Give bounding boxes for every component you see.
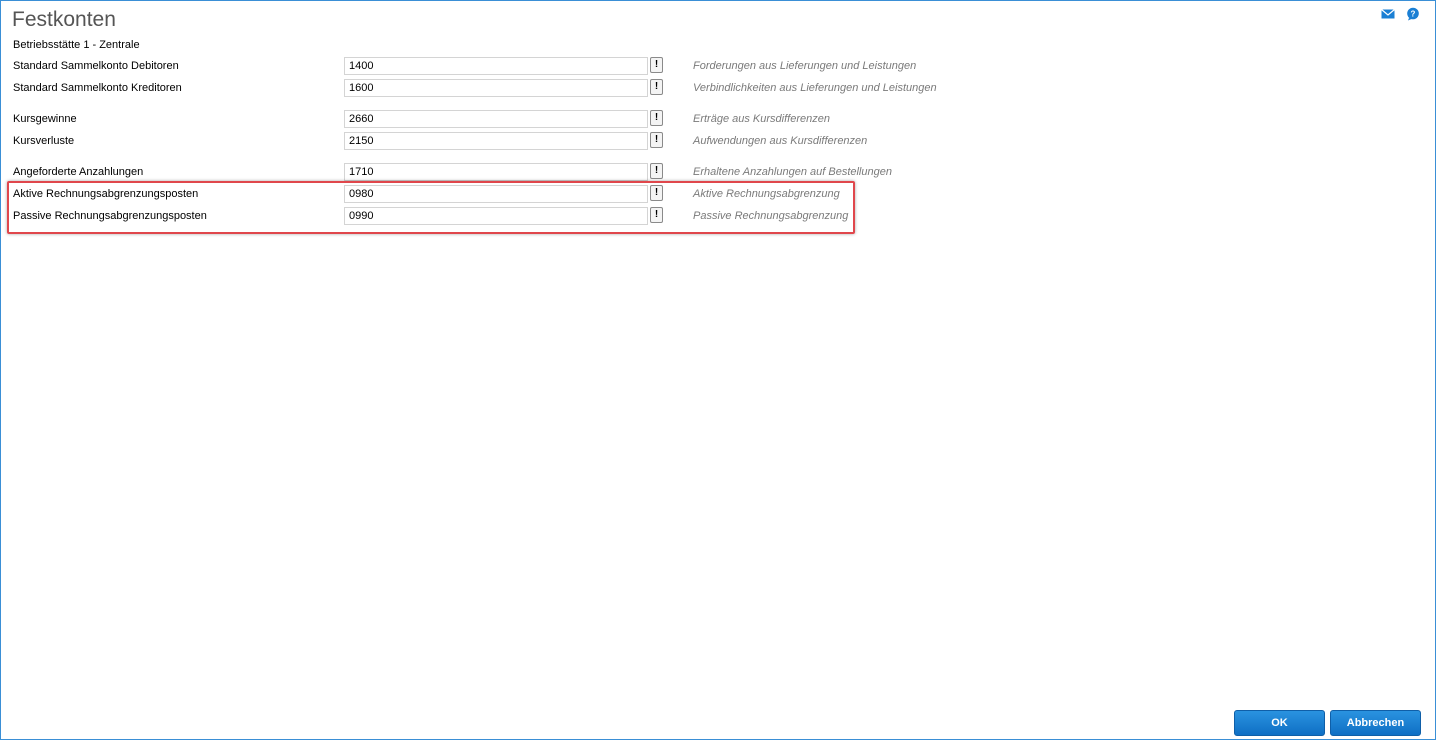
field-label: Kursverluste bbox=[13, 135, 75, 147]
account-description: Erhaltene Anzahlungen auf Bestellungen bbox=[693, 166, 892, 178]
lookup-button[interactable]: ! bbox=[650, 132, 663, 148]
account-description: Verbindlichkeiten aus Lieferungen und Le… bbox=[693, 82, 937, 94]
ok-button[interactable]: OK bbox=[1234, 710, 1325, 736]
account-input-debitoren[interactable]: 1400 bbox=[344, 57, 648, 75]
field-label: Kursgewinne bbox=[13, 113, 77, 125]
mail-icon[interactable] bbox=[1381, 8, 1395, 20]
cancel-button[interactable]: Abbrechen bbox=[1330, 710, 1421, 736]
account-input-anzahlungen[interactable]: 1710 bbox=[344, 163, 648, 181]
lookup-button[interactable]: ! bbox=[650, 79, 663, 95]
row-kursgewinne: Kursgewinne 2660 ! Erträge aus Kursdiffe… bbox=[1, 110, 941, 130]
lookup-button[interactable]: ! bbox=[650, 57, 663, 73]
row-kreditoren: Standard Sammelkonto Kreditoren 1600 ! V… bbox=[1, 79, 941, 99]
row-debitoren: Standard Sammelkonto Debitoren 1400 ! Fo… bbox=[1, 57, 941, 77]
highlight-box bbox=[7, 181, 855, 234]
row-anzahlungen: Angeforderte Anzahlungen 1710 ! Erhalten… bbox=[1, 163, 941, 183]
field-label: Standard Sammelkonto Debitoren bbox=[13, 60, 179, 72]
field-label: Angeforderte Anzahlungen bbox=[13, 166, 144, 178]
account-input-kursverluste[interactable]: 2150 bbox=[344, 132, 648, 150]
account-input-kursgewinne[interactable]: 2660 bbox=[344, 110, 648, 128]
account-input-kreditoren[interactable]: 1600 bbox=[344, 79, 648, 97]
page-title: Festkonten bbox=[12, 8, 116, 31]
field-label: Standard Sammelkonto Kreditoren bbox=[13, 82, 182, 94]
account-description: Erträge aus Kursdifferenzen bbox=[693, 113, 830, 125]
location-subtitle: Betriebsstätte 1 - Zentrale bbox=[13, 39, 140, 51]
festkonten-dialog: Festkonten ? Betriebsstätte 1 - Zentrale… bbox=[0, 0, 1436, 740]
lookup-button[interactable]: ! bbox=[650, 163, 663, 179]
help-icon[interactable]: ? bbox=[1406, 7, 1420, 21]
svg-text:?: ? bbox=[1411, 10, 1416, 19]
row-kursverluste: Kursverluste 2150 ! Aufwendungen aus Kur… bbox=[1, 132, 941, 152]
account-description: Forderungen aus Lieferungen und Leistung… bbox=[693, 60, 917, 72]
lookup-button[interactable]: ! bbox=[650, 110, 663, 126]
account-description: Aufwendungen aus Kursdifferenzen bbox=[693, 135, 868, 147]
